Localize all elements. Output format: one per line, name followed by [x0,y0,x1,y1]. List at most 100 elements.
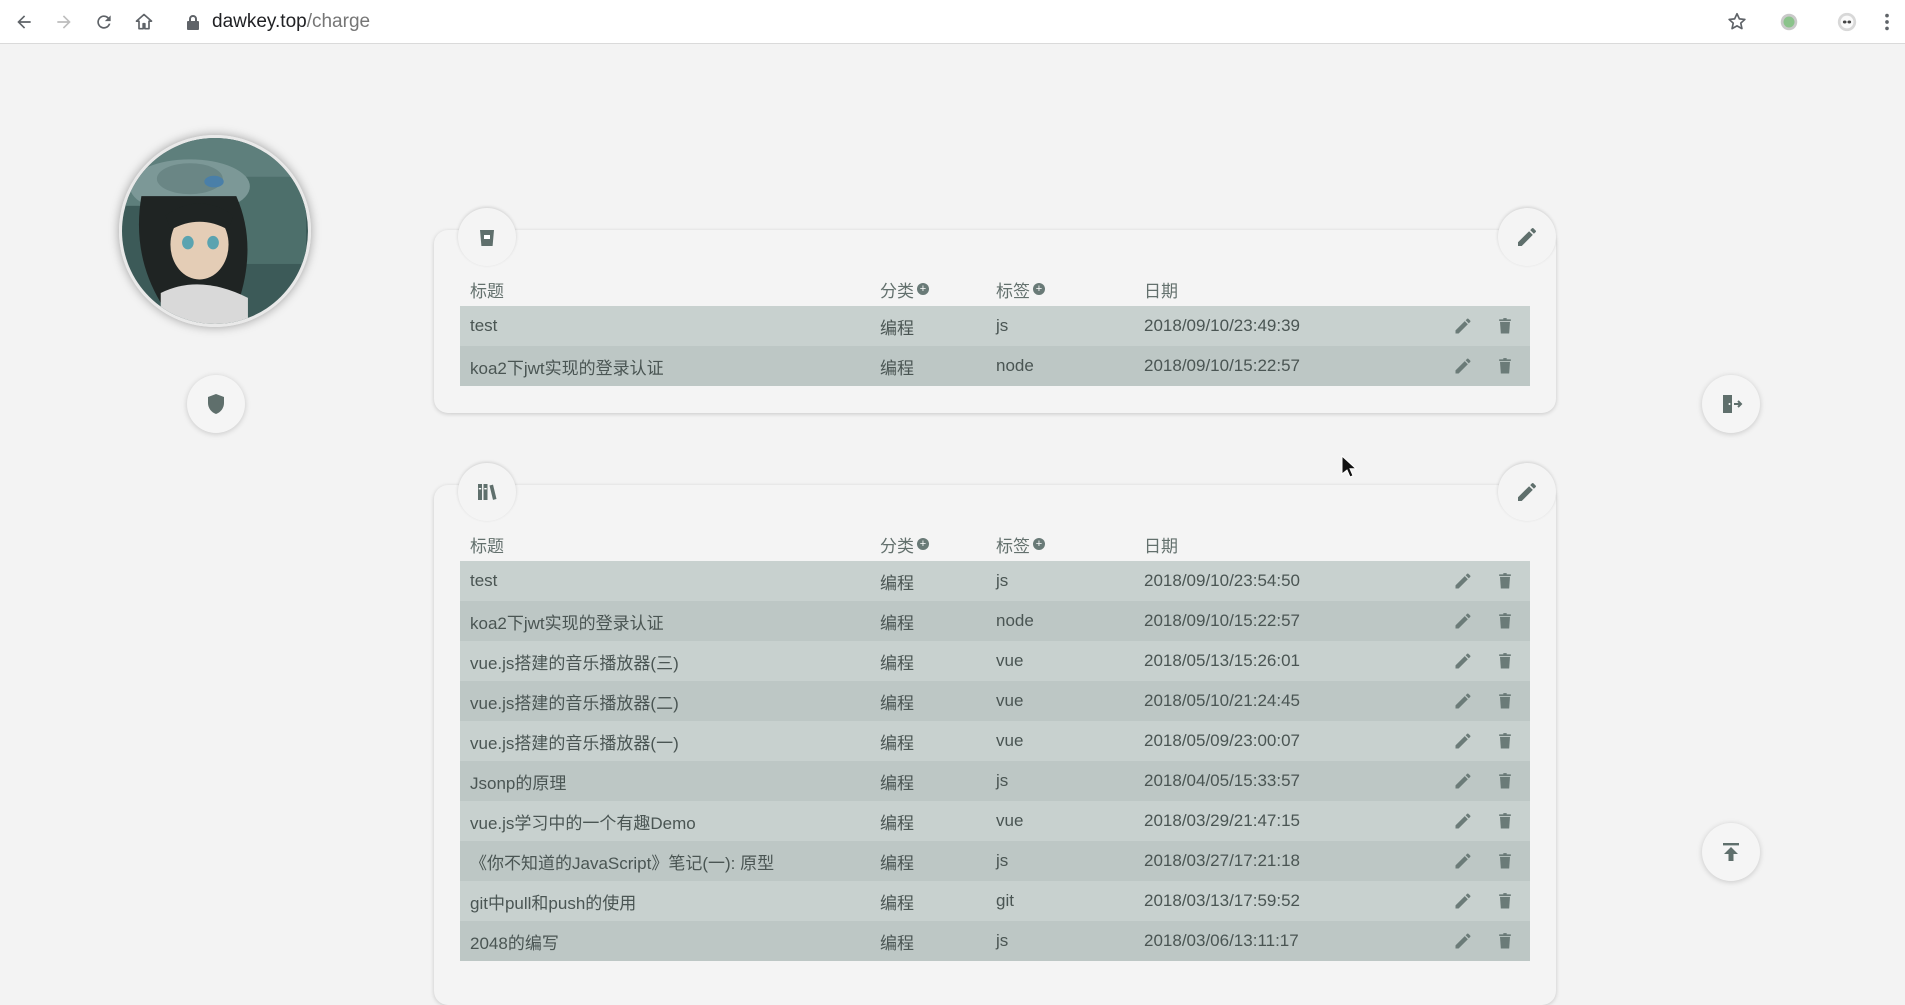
row-title[interactable]: 《你不知道的JavaScript》笔记(一): 原型 [460,849,880,874]
table-row: vue.js搭建的音乐播放器(三) 编程 vue 2018/05/13/15:26:0… [460,641,1530,681]
plus-circle-icon[interactable]: + [917,538,929,550]
arrow-up-to-top-icon [1723,843,1739,861]
pencil-icon [1455,573,1471,589]
pencil-icon [1455,733,1471,749]
row-date: 2018/09/10/15:22:57 [1144,356,1300,375]
delete-row-button[interactable] [1494,570,1516,592]
edit-row-button[interactable] [1452,810,1474,832]
exit-door-icon [1723,395,1743,413]
table-row: koa2下jwt实现的登录认证 编程 node 2018/09/10/15:22:57 [460,346,1530,386]
row-date: 2018/03/06/13:11:17 [1144,931,1299,950]
row-title[interactable]: koa2下jwt实现的登录认证 [460,609,880,634]
row-tag: vue [996,651,1024,670]
shield-icon [208,394,224,414]
row-tag: js [996,571,1009,590]
pencil-icon [1455,318,1471,334]
row-tag: git [996,891,1014,910]
back-to-top-button[interactable] [1702,823,1760,881]
delete-row-button[interactable] [1494,650,1516,672]
pencil-icon [1455,653,1471,669]
row-category: 编程 [880,318,914,338]
edit-row-button[interactable] [1452,770,1474,792]
table-row: 《你不知道的JavaScript》笔记(一): 原型 编程 js 2018/03/27… [460,841,1530,881]
reload-button[interactable] [90,8,118,36]
browser-menu-button[interactable] [1873,8,1901,36]
trash-icon [1499,733,1511,749]
row-title[interactable]: 2048的编写 [460,929,880,954]
row-category: 编程 [880,693,914,713]
address-bar[interactable]: dawkey.top/charge [186,8,370,36]
row-tag: js [996,931,1009,950]
delete-row-button[interactable] [1494,355,1516,377]
row-title[interactable]: vue.js搭建的音乐播放器(二) [460,689,880,714]
edit-row-button[interactable] [1452,930,1474,952]
row-title[interactable]: vue.js搭建的音乐播放器(三) [460,649,880,674]
trash-icon [1499,933,1511,949]
edit-row-button[interactable] [1452,890,1474,912]
row-title[interactable]: test [460,571,880,591]
edit-row-button[interactable] [1452,730,1474,752]
url-host: dawkey.top [212,11,307,32]
trash-icon [1499,573,1511,589]
row-tag: node [996,356,1034,375]
delete-row-button[interactable] [1494,930,1516,952]
table-header: 标题 分类 + 标签 + 日期 [460,272,1530,306]
trash-icon [1499,358,1511,374]
back-button[interactable] [10,8,38,36]
plus-circle-icon[interactable]: + [1033,538,1045,550]
extension-button[interactable] [1775,8,1803,36]
delete-row-button[interactable] [1494,770,1516,792]
header-title: 标题 [470,281,504,301]
home-button[interactable] [130,8,158,36]
header-category[interactable]: 分类 + [880,277,996,302]
forward-button[interactable] [50,8,78,36]
edit-row-button[interactable] [1452,850,1474,872]
admin-shield-button[interactable] [187,375,245,433]
row-category: 编程 [880,853,914,873]
row-category: 编程 [880,933,914,953]
edit-row-button[interactable] [1452,690,1474,712]
lock-icon [187,15,199,30]
delete-row-button[interactable] [1494,850,1516,872]
delete-row-button[interactable] [1494,810,1516,832]
delete-row-button[interactable] [1494,730,1516,752]
delete-row-button[interactable] [1494,610,1516,632]
table-row: Jsonp的原理 编程 js 2018/04/05/15:33:57 [460,761,1530,801]
plus-circle-icon[interactable]: + [1033,283,1045,295]
home-icon [135,13,153,30]
reload-icon [97,15,111,29]
header-date: 日期 [1144,281,1178,301]
profile-button[interactable] [1833,8,1861,36]
trash-icon [1499,318,1511,334]
row-title[interactable]: git中pull和push的使用 [460,889,880,914]
row-category: 编程 [880,773,914,793]
delete-row-button[interactable] [1494,890,1516,912]
edit-row-button[interactable] [1452,355,1474,377]
table-row: test 编程 js 2018/09/10/23:49:39 [460,306,1530,346]
table-row: vue.js搭建的音乐播放器(二) 编程 vue 2018/05/10/21:24:4… [460,681,1530,721]
pencil-icon [1455,853,1471,869]
row-title[interactable]: vue.js学习中的一个有趣Demo [460,809,880,834]
row-tag: node [996,611,1034,630]
row-title[interactable]: vue.js搭建的音乐播放器(一) [460,729,880,754]
row-title[interactable]: Jsonp的原理 [460,769,880,794]
logout-button[interactable] [1702,375,1760,433]
header-tag[interactable]: 标签 + [996,277,1144,302]
header-category[interactable]: 分类 + [880,532,996,557]
bookmark-button[interactable] [1723,8,1751,36]
edit-row-button[interactable] [1452,315,1474,337]
arrow-right-icon [57,15,71,29]
trash-icon [1499,893,1511,909]
header-tag[interactable]: 标签 + [996,532,1144,557]
pencil-icon [1455,773,1471,789]
plus-circle-icon[interactable]: + [917,283,929,295]
edit-row-button[interactable] [1452,650,1474,672]
delete-row-button[interactable] [1494,690,1516,712]
row-tag: js [996,316,1009,335]
edit-row-button[interactable] [1452,570,1474,592]
row-title[interactable]: test [460,316,880,336]
row-title[interactable]: koa2下jwt实现的登录认证 [460,354,880,379]
edit-row-button[interactable] [1452,610,1474,632]
delete-row-button[interactable] [1494,315,1516,337]
drafts-card: 标题 分类 + 标签 + 日期 test 编程 js 2018/09/10/23:49:3… [434,208,1556,413]
